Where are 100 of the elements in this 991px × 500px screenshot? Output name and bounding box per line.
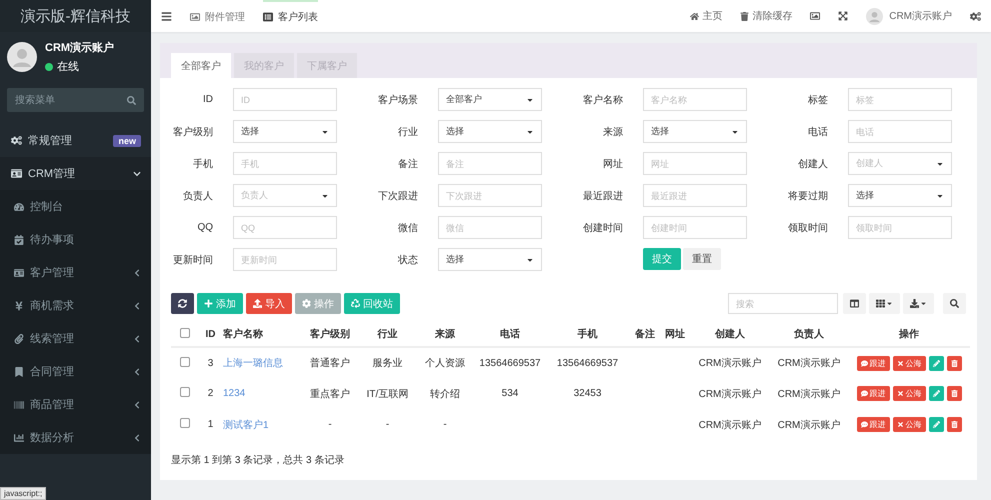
toggle-view-button[interactable] (843, 293, 866, 314)
submenu-item[interactable]: 商品管理 (0, 388, 151, 421)
delete-button[interactable] (946, 356, 962, 370)
download-icon (910, 299, 919, 308)
page-tab[interactable]: 客户列表 (263, 0, 318, 32)
dashboard-icon (14, 202, 24, 212)
input-field[interactable]: 标签 (848, 88, 952, 111)
columns-button[interactable] (869, 293, 900, 314)
follow-button[interactable]: 跟进 (856, 386, 890, 401)
public-pool-button[interactable]: 公海 (892, 356, 926, 370)
delete-button[interactable] (946, 386, 962, 401)
settings-icon[interactable] (970, 10, 981, 22)
checkbox[interactable] (180, 356, 190, 366)
input-field[interactable]: 备注 (438, 152, 542, 175)
input-field[interactable]: 最近跟进 (643, 184, 747, 207)
public-pool-button[interactable]: 公海 (892, 386, 926, 401)
submenu-item[interactable]: 数据分析 (0, 421, 151, 454)
submenu-item[interactable]: 客户管理 (0, 256, 151, 289)
image-icon (190, 12, 200, 22)
menu-icon[interactable] (161, 10, 172, 22)
menu-item[interactable]: CRM管理 (0, 157, 151, 190)
follow-button[interactable]: 跟进 (856, 417, 890, 432)
menu-item[interactable]: 常规管理 new (0, 124, 151, 157)
table-cell: 13564669537 (479, 358, 541, 368)
table-cell: 32453 (574, 388, 602, 399)
field-label: 更新时间 (173, 254, 213, 266)
trash-icon (950, 390, 958, 397)
page-tab[interactable]: 附件管理 (190, 0, 245, 32)
trash-icon (950, 360, 958, 366)
top-link[interactable]: 清除缓存 (740, 9, 792, 23)
input-field[interactable]: QQ (233, 216, 337, 239)
checkbox[interactable] (180, 328, 190, 338)
search-field[interactable]: 搜索 (728, 293, 838, 314)
submenu-item[interactable]: 商机需求 (0, 289, 151, 322)
follow-button[interactable]: 跟进 (856, 356, 890, 370)
menu-label: 数据分析 (30, 431, 75, 445)
edit-button[interactable] (928, 386, 944, 401)
paperclip-icon (14, 334, 24, 344)
field-label: 手机 (193, 158, 213, 170)
submenu-item[interactable]: 合同管理 (0, 355, 151, 388)
select-field[interactable]: 全部客户 (438, 88, 542, 111)
column-header: 行业 (360, 322, 415, 347)
input-field[interactable]: ID (233, 88, 337, 111)
search-icon[interactable] (127, 96, 136, 104)
customer-link[interactable]: 上海一璐信息 (223, 358, 283, 369)
table-cell: CRM演示账户 (698, 388, 762, 400)
edit-button[interactable] (928, 356, 944, 370)
input-field[interactable]: 微信 (438, 216, 542, 239)
export-button[interactable] (903, 293, 934, 314)
toolbar-button[interactable]: 导入 (246, 293, 292, 314)
table-cell: 3 (208, 358, 214, 368)
image-icon[interactable] (810, 11, 820, 21)
pencil-icon (932, 360, 940, 366)
comment-icon (860, 421, 868, 428)
table-cell: CRM演示账户 (698, 358, 762, 369)
top-link[interactable]: 主页 (690, 9, 722, 23)
submenu-item[interactable]: 线索管理 (0, 322, 151, 355)
delete-button[interactable] (946, 417, 962, 432)
select-field[interactable]: 选择 (643, 120, 747, 143)
select-field[interactable]: 选择 (438, 120, 542, 143)
edit-button[interactable] (928, 417, 944, 432)
trash-icon (740, 12, 750, 20)
table-cell: 个人资源 (425, 358, 465, 369)
input-field[interactable]: 创建时间 (643, 216, 747, 239)
caret-icon (886, 300, 893, 307)
menu-label: CRM管理 (28, 167, 76, 181)
menu-search-field[interactable]: 搜索菜单 (7, 88, 144, 112)
select-field[interactable]: 选择 (848, 184, 952, 207)
table-cell: - (443, 419, 447, 430)
customer-link[interactable]: 1234 (223, 388, 246, 399)
submenu-item[interactable]: 控制台 (0, 190, 151, 223)
customer-link[interactable]: 测试客户1 (223, 420, 269, 430)
checkbox[interactable] (180, 418, 190, 428)
input-field[interactable]: 电话 (848, 120, 952, 143)
refresh-button[interactable] (171, 293, 194, 314)
fullscreen-icon[interactable] (838, 11, 848, 21)
menu-label: 线索管理 (30, 332, 75, 346)
input-field[interactable]: 下次跟进 (438, 184, 542, 207)
reset-button[interactable]: 重置 (683, 248, 721, 270)
user-menu[interactable]: CRM演示账户 (866, 8, 952, 24)
input-field[interactable]: 客户名称 (643, 88, 747, 111)
filter-tab[interactable]: 全部客户 (171, 53, 231, 78)
public-pool-button[interactable]: 公海 (892, 417, 926, 432)
field-label: 创建时间 (583, 222, 623, 234)
pencil-icon (932, 390, 940, 397)
input-field[interactable]: 网址 (643, 152, 747, 175)
table-cell: - (328, 419, 332, 430)
column-header: ID (199, 322, 222, 347)
search-button[interactable] (943, 293, 966, 314)
checkbox[interactable] (180, 387, 190, 397)
pagination-info: 显示第 1 到第 3 条记录，总共 3 条记录 (171, 455, 344, 466)
select-field[interactable]: 选择 (438, 248, 542, 271)
input-field[interactable]: 领取时间 (848, 216, 952, 239)
submenu-item[interactable]: 待办事项 (0, 223, 151, 256)
select-field[interactable]: 选择 (233, 120, 337, 143)
field-label: 行业 (398, 126, 418, 138)
field-label: 负责人 (183, 190, 213, 202)
input-field[interactable]: 手机 (233, 152, 337, 175)
input-field[interactable]: 更新时间 (233, 248, 337, 271)
table-cell: 普通客户 (310, 358, 350, 369)
